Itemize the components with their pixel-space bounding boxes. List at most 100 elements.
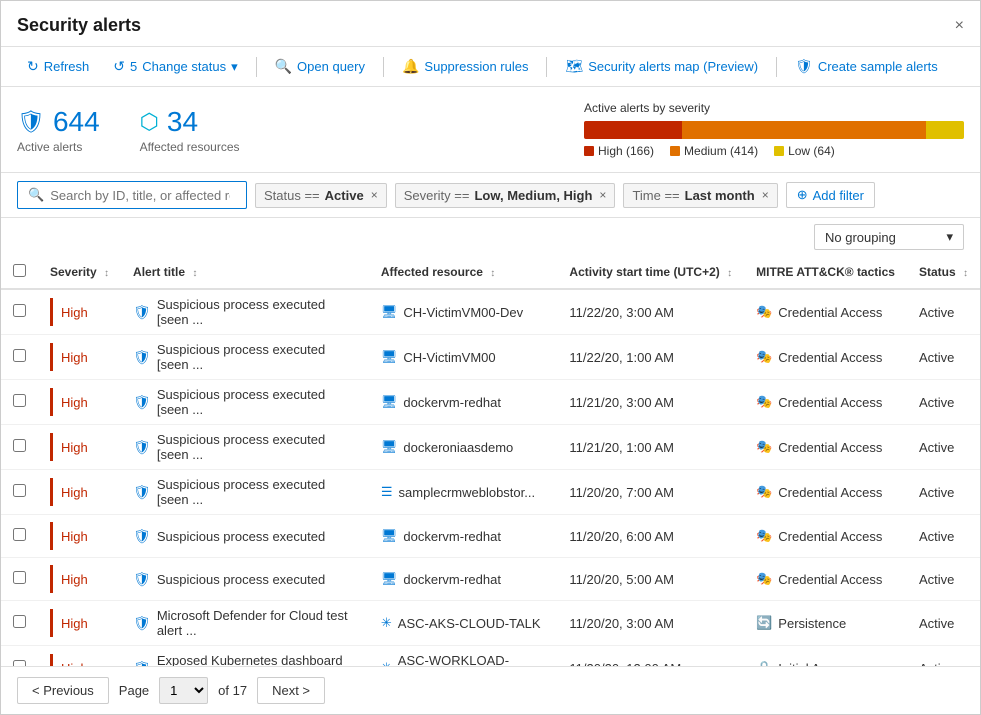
table-row[interactable]: High 🛡 Suspicious process executed [seen…	[1, 335, 980, 380]
table-row[interactable]: High 🛡 Suspicious process executed [seen…	[1, 380, 980, 425]
row-checkbox[interactable]	[13, 439, 26, 452]
row-checkbox-cell[interactable]	[1, 425, 38, 470]
row-checkbox-cell[interactable]	[1, 646, 38, 667]
mitre-icon: 🎭	[756, 439, 772, 455]
search-box[interactable]: 🔍	[17, 181, 247, 209]
row-checkbox[interactable]	[13, 615, 26, 628]
suppression-rules-button[interactable]: 🔔 Suppression rules	[392, 53, 539, 80]
next-button[interactable]: Next >	[257, 677, 325, 704]
affected-resource-cell: 🖥 dockervm-redhat	[369, 380, 558, 425]
medium-bar	[682, 121, 926, 139]
mitre-tactics-cell: 🎭 Credential Access	[744, 289, 907, 335]
row-checkbox[interactable]	[13, 484, 26, 497]
activity-start-time-cell: 11/20/20, 6:00 AM	[557, 515, 744, 558]
table-row[interactable]: High 🛡 Suspicious process executed 🖥 doc…	[1, 558, 980, 601]
severity-header[interactable]: Severity ↕	[38, 256, 121, 289]
activity-start-time-cell: 11/22/20, 1:00 AM	[557, 335, 744, 380]
table-row[interactable]: High 🛡 Suspicious process executed [seen…	[1, 289, 980, 335]
filter-bar: 🔍 Status == Active × Severity == Low, Me…	[1, 173, 980, 218]
activity-start-time-cell: 11/20/20, 12:00 AM	[557, 646, 744, 667]
status-cell: Active	[907, 601, 980, 646]
affected-resource-header[interactable]: Affected resource ↕	[369, 256, 558, 289]
alert-icon: 🛡	[133, 394, 151, 411]
resource-icon: 🖥	[381, 304, 398, 320]
activity-start-time-header[interactable]: Activity start time (UTC+2) ↕	[557, 256, 744, 289]
active-alerts-stat: 🛡 644 Active alerts	[17, 106, 100, 154]
table-row[interactable]: High 🛡 Suspicious process executed [seen…	[1, 470, 980, 515]
alert-title-cell: 🛡 Suspicious process executed [seen ...	[121, 335, 369, 380]
row-checkbox-cell[interactable]	[1, 558, 38, 601]
severity-sort-icon: ↕	[104, 268, 109, 279]
alert-icon: 🛡	[133, 615, 151, 632]
row-checkbox-cell[interactable]	[1, 289, 38, 335]
alert-icon: 🛡	[133, 484, 151, 501]
table-body: High 🛡 Suspicious process executed [seen…	[1, 289, 980, 666]
severity-cell: High	[38, 335, 121, 380]
mitre-tactics-cell: 🎭 Credential Access	[744, 515, 907, 558]
search-input[interactable]	[50, 188, 230, 203]
table-row[interactable]: High 🛡 Exposed Kubernetes dashboard det.…	[1, 646, 980, 667]
page-select[interactable]: 1234567891011121314151617	[159, 677, 208, 704]
affected-resources-count: ⬡ 34	[140, 106, 240, 138]
select-all-header[interactable]	[1, 256, 38, 289]
security-alerts-map-button[interactable]: 🗺 Security alerts map (Preview)	[555, 53, 768, 80]
resource-icon: 🖥	[381, 349, 398, 365]
affected-resource-cell: 🖥 dockervm-redhat	[369, 515, 558, 558]
add-filter-icon: ⊕	[797, 187, 808, 203]
table-row[interactable]: High 🛡 Microsoft Defender for Cloud test…	[1, 601, 980, 646]
change-status-icon: ↺	[113, 58, 125, 75]
status-filter-close[interactable]: ×	[371, 188, 378, 202]
mitre-icon: 🔄	[756, 615, 772, 631]
high-dot	[584, 146, 594, 156]
time-filter-close[interactable]: ×	[762, 188, 769, 202]
activity-start-time-cell: 11/20/20, 3:00 AM	[557, 601, 744, 646]
mitre-icon: 🎭	[756, 304, 772, 320]
row-checkbox[interactable]	[13, 349, 26, 362]
legend-medium: Medium (414)	[670, 144, 758, 158]
severity-filter-close[interactable]: ×	[599, 188, 606, 202]
select-all-checkbox[interactable]	[13, 264, 26, 277]
stats-bar: 🛡 644 Active alerts ⬡ 34 Affected resour…	[1, 87, 980, 173]
status-header[interactable]: Status ↕	[907, 256, 980, 289]
alert-title-cell: 🛡 Suspicious process executed [seen ...	[121, 380, 369, 425]
alert-title-cell: 🛡 Microsoft Defender for Cloud test aler…	[121, 601, 369, 646]
refresh-icon: ↻	[27, 58, 39, 75]
severity-filter-tag: Severity == Low, Medium, High ×	[395, 183, 616, 208]
create-sample-alerts-button[interactable]: 🛡 Create sample alerts	[785, 53, 948, 80]
close-button[interactable]: ×	[955, 17, 964, 35]
mitre-tactics-cell: 🔄 Persistence	[744, 601, 907, 646]
open-query-button[interactable]: 🔍 Open query	[265, 53, 375, 80]
status-cell: Active	[907, 335, 980, 380]
grouping-dropdown[interactable]: No grouping ▾	[814, 224, 964, 250]
alert-title-cell: 🛡 Suspicious process executed [seen ...	[121, 470, 369, 515]
alert-title-header[interactable]: Alert title ↕	[121, 256, 369, 289]
alert-icon: 🛡	[133, 528, 151, 545]
row-checkbox-cell[interactable]	[1, 601, 38, 646]
row-checkbox[interactable]	[13, 571, 26, 584]
refresh-button[interactable]: ↻ Refresh	[17, 53, 99, 80]
resource-icon: 🖥	[381, 571, 398, 587]
row-checkbox[interactable]	[13, 304, 26, 317]
row-checkbox-cell[interactable]	[1, 470, 38, 515]
row-checkbox-cell[interactable]	[1, 335, 38, 380]
row-checkbox[interactable]	[13, 528, 26, 541]
affected-resource-sort-icon: ↕	[490, 268, 495, 279]
alert-title-cell: 🛡 Suspicious process executed	[121, 558, 369, 601]
change-status-button[interactable]: ↺ 5 Change status ▾	[103, 53, 247, 80]
affected-resources-stat: ⬡ 34 Affected resources	[140, 106, 240, 154]
alert-title-sort-icon: ↕	[192, 268, 197, 279]
table-row[interactable]: High 🛡 Suspicious process executed [seen…	[1, 425, 980, 470]
mitre-tactics-header: MITRE ATT&CK® tactics	[744, 256, 907, 289]
affected-resource-cell: ✳ ASC-WORKLOAD-PRO...	[369, 646, 558, 667]
add-filter-button[interactable]: ⊕ Add filter	[786, 182, 875, 208]
affected-resource-cell: 🖥 dockeroniaasdemo	[369, 425, 558, 470]
row-checkbox[interactable]	[13, 394, 26, 407]
row-checkbox-cell[interactable]	[1, 515, 38, 558]
previous-button[interactable]: < Previous	[17, 677, 109, 704]
mitre-tactics-cell: 🔒 Initial Access	[744, 646, 907, 667]
table-row[interactable]: High 🛡 Suspicious process executed 🖥 doc…	[1, 515, 980, 558]
row-checkbox-cell[interactable]	[1, 380, 38, 425]
severity-cell: High	[38, 515, 121, 558]
affected-resource-cell: 🖥 CH-VictimVM00	[369, 335, 558, 380]
toolbar-divider-3	[546, 57, 547, 77]
